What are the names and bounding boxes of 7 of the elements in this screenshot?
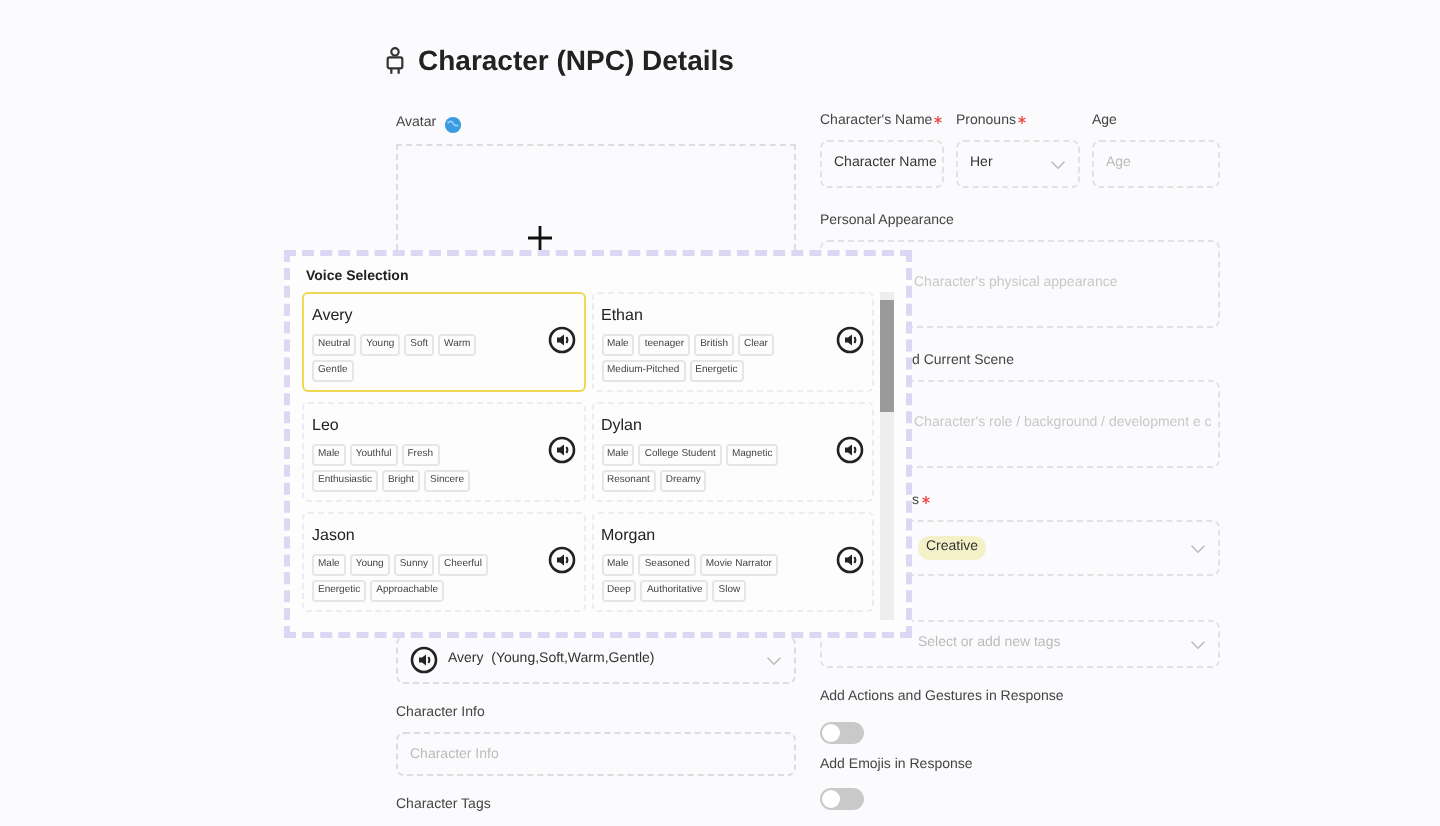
voice-name: Avery <box>312 304 355 328</box>
voice-name: Dylan <box>601 414 644 438</box>
page-title: Character (NPC) Details <box>418 42 734 80</box>
voice-name: Morgan <box>601 524 658 548</box>
voice-name: Jason <box>312 524 357 548</box>
voice-name: Leo <box>312 414 341 438</box>
voice-name: Ethan <box>601 304 645 328</box>
